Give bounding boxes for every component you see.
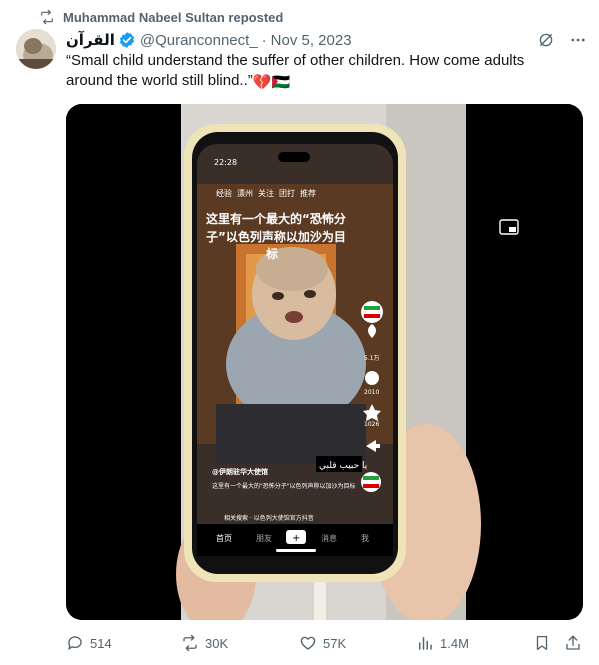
repost-label[interactable]: Muhammad Nabeel Sultan reposted — [63, 10, 283, 25]
video-frame: 22:28 经验 漂州 关注 团打 推荐 这里有一个最大的“恐怖分 子”以色列声称以加沙… — [66, 104, 583, 620]
video-caption-line: 这里有一个最大的"恐怖分子"以色列声称以加沙为目标 — [212, 482, 356, 490]
video-status-time: 22:28 — [214, 158, 237, 167]
retweet-icon — [41, 9, 53, 25]
tweet-actions: 514 30K 57K 1.4M — [66, 632, 583, 654]
tweet-date[interactable]: Nov 5, 2023 — [271, 32, 352, 49]
video-like-count: 5.1万 — [364, 355, 380, 362]
reply-icon — [68, 636, 82, 650]
bookmark-icon — [536, 635, 548, 651]
video-caption-account: @伊朗驻华大使馆 — [212, 467, 268, 476]
reply-count: 514 — [90, 635, 112, 651]
video-bottom-tab-me: 我 — [361, 533, 369, 543]
retweet-icon — [183, 634, 197, 652]
video-overlay-line-3: 标 — [265, 246, 278, 261]
video-top-tabs: 经验 漂州 关注 团打 推荐 — [216, 188, 316, 198]
like-button[interactable]: 57K — [299, 634, 346, 652]
retweet-button[interactable]: 30K — [181, 634, 228, 652]
retweet-count: 30K — [205, 635, 229, 651]
display-name[interactable]: القرآن — [66, 31, 115, 49]
separator-dot: · — [261, 31, 267, 49]
video-bottom-tab-messages: 消息 — [321, 533, 337, 543]
video-comment-count: 2010 — [364, 389, 379, 396]
share-button[interactable] — [564, 634, 582, 652]
views-count: 1.4M — [440, 635, 469, 651]
reply-button[interactable]: 514 — [66, 634, 112, 652]
views-button[interactable]: 1.4M — [416, 634, 469, 652]
tweet-text: “Small child understand the suffer of ot… — [66, 51, 566, 93]
video-bottom-tab-home: 首页 — [216, 533, 232, 543]
share-icon — [566, 635, 580, 650]
user-handle[interactable]: @Quranconnect_ — [140, 32, 258, 49]
views-bar-chart-icon — [419, 637, 432, 650]
avatar[interactable] — [16, 29, 56, 69]
emoji-broken-heart-palestine-flag: 💔🇵🇸 — [252, 74, 291, 91]
verified-badge-icon — [119, 32, 134, 48]
more-options-icon[interactable] — [569, 31, 587, 49]
video-overlay-line-1: 这里有一个最大的“恐怖分 — [206, 211, 346, 226]
grok-icon[interactable] — [537, 31, 555, 49]
video-bottom-tab-friends: 朋友 — [256, 533, 272, 543]
video-bottom-tab-create: + — [292, 533, 300, 544]
video-player[interactable]: 22:28 经验 漂州 关注 团打 推荐 这里有一个最大的“恐怖分 子”以色列声称以加沙… — [66, 104, 583, 620]
video-search-hint: 相关搜索 · 以色列大使馆官方抖音 — [224, 514, 314, 522]
heart-icon — [300, 636, 316, 650]
tweet-body: “Small child understand the suffer of ot… — [66, 52, 525, 89]
like-count: 57K — [323, 635, 347, 651]
tweet-header: القرآن @Quranconnect_ · Nov 5, 2023 — [66, 29, 587, 51]
video-caption-arabic: يا حبيب قلبي — [319, 461, 368, 471]
bookmark-button[interactable] — [533, 634, 551, 652]
repost-indicator[interactable]: Muhammad Nabeel Sultan reposted — [39, 8, 283, 26]
picture-in-picture-icon[interactable] — [499, 219, 519, 235]
video-overlay-line-2: 子”以色列声称以加沙为目 — [206, 229, 346, 244]
video-save-count: 1026 — [364, 421, 379, 428]
